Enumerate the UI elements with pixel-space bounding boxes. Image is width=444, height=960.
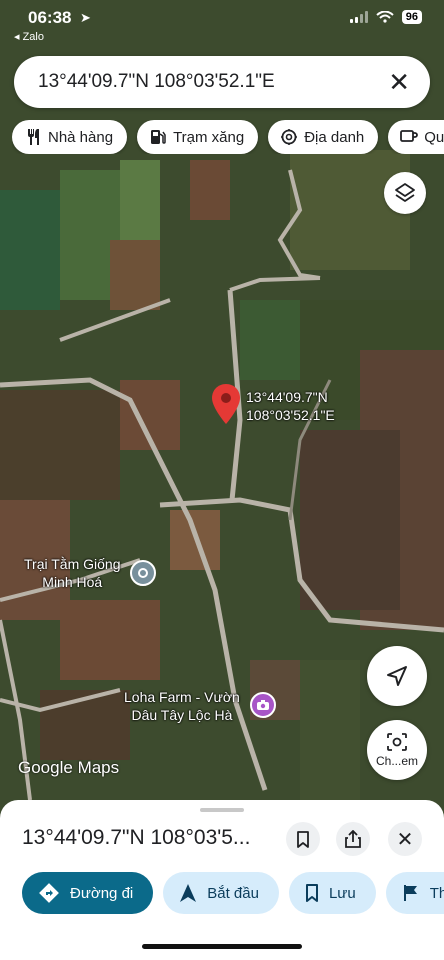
bookmark-icon [305,884,318,902]
start-label: Bắt đầu [207,884,259,902]
fork-knife-icon [24,128,42,146]
poi-trai-tam-label[interactable]: Trại Tằm Giống Minh Hoá [24,555,120,591]
chip-label: Địa danh [304,128,365,146]
camera-button-label: Ch...em [375,754,418,768]
directions-label: Đường đi [70,884,134,902]
status-time: 06:38 [28,8,72,27]
label-button-text: Th [429,884,444,902]
poi-loha-line1: Loha Farm - Vườn [124,689,240,705]
action-buttons: Đường đi Bắt đầu Lưu Th [22,872,444,914]
poi-trai-line1: Trại Tằm Giống [24,556,121,572]
layers-button[interactable] [384,172,426,214]
poi-loha-line2: Dâu Tây Lộc Hà [131,707,233,723]
logo-google-text: Google [18,758,73,777]
poi-trai-line2: Minh Hoá [42,574,103,590]
back-to-app-link[interactable]: ◂ Zalo [14,30,44,43]
pin-label-line2: 108°03'52.1"E [246,407,335,423]
chip-label: Nhà hàng [48,128,114,146]
chip-label: Trạm xăng [173,128,245,146]
lens-camera-button[interactable]: Ch...em [367,720,427,780]
save-button[interactable] [286,822,320,856]
gas-pump-icon [149,128,167,146]
coffee-cup-icon [400,128,419,146]
clear-search-icon[interactable]: ✕ [388,69,410,95]
cellular-signal-icon [349,11,368,23]
location-pin-icon[interactable] [212,384,240,429]
save-label: Lưu [328,884,356,902]
chip-landmarks[interactable]: Địa danh [268,120,379,154]
wifi-icon [376,11,394,23]
poi-marker-icon[interactable] [130,560,156,586]
chip-cafe[interactable]: Quá [388,120,444,154]
navigation-arrow-icon [387,666,407,686]
location-arrow-icon: ➤ [80,10,91,25]
directions-button[interactable]: Đường đi [22,872,154,914]
camera-poi-icon[interactable] [250,692,276,718]
logo-maps-text: Maps [77,758,120,777]
directions-icon [39,883,59,903]
camera-scan-icon [387,733,407,751]
pin-label-line1: 13°44'09.7"N [246,389,328,405]
search-bar[interactable]: 13°44'09.7"N 108°03'52.1"E ✕ [14,56,430,108]
poi-loha-farm-label[interactable]: Loha Farm - Vườn Dâu Tây Lộc Hà [124,688,240,724]
label-button[interactable]: Th [385,872,444,914]
my-location-button[interactable] [367,646,427,706]
navigation-arrow-icon [180,884,197,902]
share-icon [345,830,361,848]
home-indicator[interactable] [142,944,302,949]
close-icon: ✕ [396,828,414,851]
close-sheet-button[interactable]: ✕ [388,822,422,856]
pin-coordinates-label: 13°44'09.7"N 108°03'52.1"E [246,388,335,424]
sheet-drag-handle[interactable] [200,808,244,812]
landmark-icon [280,128,298,146]
battery-indicator: 96 [401,10,422,24]
bookmark-icon [297,830,309,848]
chip-restaurants[interactable]: Nhà hàng [12,120,128,154]
google-maps-logo: Google Maps [18,758,119,778]
search-query[interactable]: 13°44'09.7"N 108°03'52.1"E [38,71,388,93]
status-bar: 06:38 ➤ ◂ Zalo 96 [0,0,444,46]
chip-gas-stations[interactable]: Trạm xăng [137,120,259,154]
category-chips: Nhà hàng Trạm xăng Địa danh Quá [12,120,444,154]
save-place-button[interactable]: Lưu [288,872,376,914]
start-button[interactable]: Bắt đầu [163,872,279,914]
place-title: 13°44'09.7"N 108°03'5... [22,826,251,849]
flag-icon [403,885,417,901]
share-button[interactable] [336,822,370,856]
chip-label: Quá [424,128,444,146]
layers-icon [395,183,415,202]
